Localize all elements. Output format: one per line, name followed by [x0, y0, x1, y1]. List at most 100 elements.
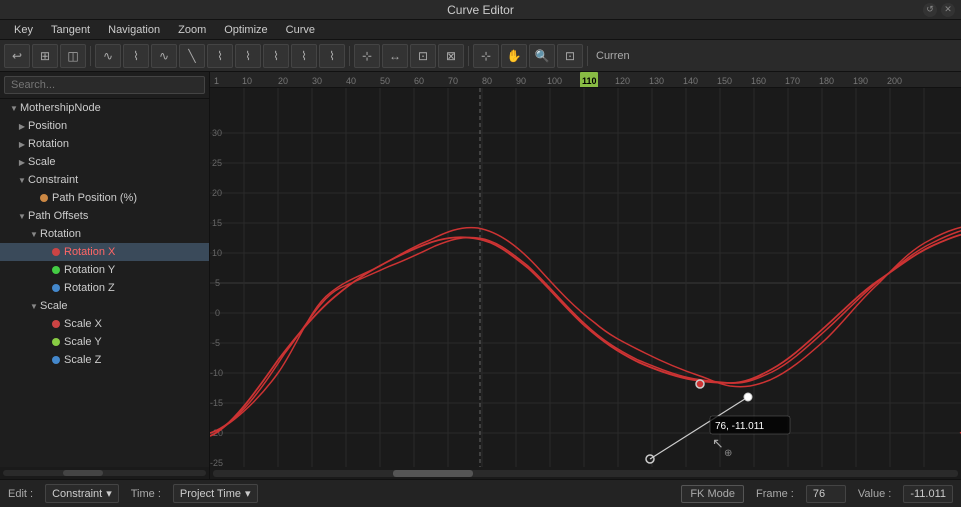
label-rotation-y: Rotation Y [64, 264, 115, 276]
left-scrollbar-thumb[interactable] [63, 470, 103, 476]
hand-btn[interactable]: ✋ [501, 44, 527, 68]
label-scale-x: Scale X [64, 318, 102, 330]
frame-label: Frame : [756, 488, 794, 500]
move-tool-btn[interactable]: ↩ [4, 44, 30, 68]
label-path-offsets: Path Offsets [28, 210, 88, 222]
frame-value[interactable]: 76 [806, 485, 846, 503]
menu-optimize[interactable]: Optimize [216, 22, 275, 38]
tree-item-rotation-z[interactable]: Rotation Z [0, 279, 209, 297]
line-btn[interactable]: ╲ [179, 44, 205, 68]
tree-item-rotation-x[interactable]: Rotation X [0, 243, 209, 261]
tangent-c-btn[interactable]: ⌇ [263, 44, 289, 68]
svg-text:10: 10 [242, 76, 252, 86]
edit-value: Constraint [52, 488, 102, 500]
time-value: Project Time [180, 488, 241, 500]
menu-tangent[interactable]: Tangent [43, 22, 98, 38]
edit-dropdown-arrow: ▾ [106, 487, 112, 500]
svg-text:40: 40 [346, 76, 356, 86]
refresh-button[interactable]: ↺ [923, 3, 937, 17]
menu-key[interactable]: Key [6, 22, 41, 38]
tree-item-rotation1[interactable]: ▶ Rotation [0, 135, 209, 153]
main-area: ▼ MothershipNode ▶ Position ▶ Rotation ▶… [0, 72, 961, 479]
frame-c-btn[interactable]: ⊡ [557, 44, 583, 68]
label-rotation-z: Rotation Z [64, 282, 115, 294]
arrow-rotation1: ▶ [16, 138, 28, 150]
tangent-d-btn[interactable]: ⌇ [291, 44, 317, 68]
time-dropdown[interactable]: Project Time ▾ [173, 484, 258, 503]
tree-item-rotation-y[interactable]: Rotation Y [0, 261, 209, 279]
menu-curve[interactable]: Curve [278, 22, 323, 38]
fit-btn[interactable]: ⊹ [473, 44, 499, 68]
selected-keyframe[interactable] [696, 380, 704, 388]
svg-text:10: 10 [212, 248, 222, 258]
h-scrollbar-thumb[interactable] [393, 470, 473, 477]
left-scrollbar-track [3, 470, 206, 476]
curve-c-btn[interactable]: ∿ [151, 44, 177, 68]
grid-btn[interactable]: ⊞ [32, 44, 58, 68]
graph-canvas[interactable]: 30 25 20 15 10 5 0 -5 -10 -15 -20 -25 -3… [210, 88, 961, 467]
layers-btn[interactable]: ◫ [60, 44, 86, 68]
h-scrollbar[interactable] [210, 467, 961, 479]
tree-item-mothership[interactable]: ▼ MothershipNode [0, 99, 209, 117]
tree-item-rotation2[interactable]: ▼ Rotation [0, 225, 209, 243]
tangent-a-btn[interactable]: ⌇ [207, 44, 233, 68]
tree-item-path-position[interactable]: Path Position (%) [0, 189, 209, 207]
arrow-mothership: ▼ [8, 102, 20, 114]
edit-label: Edit : [8, 488, 33, 500]
left-panel: ▼ MothershipNode ▶ Position ▶ Rotation ▶… [0, 72, 210, 479]
menu-navigation[interactable]: Navigation [100, 22, 168, 38]
arrow-rotation-x [40, 246, 52, 258]
svg-text:120: 120 [615, 76, 630, 86]
label-scale: Scale [28, 156, 56, 168]
tree-item-scale-y[interactable]: Scale Y [0, 333, 209, 351]
time-ruler: 1 10 20 30 40 50 60 70 80 90 100 110 120… [210, 72, 961, 88]
svg-text:30: 30 [312, 76, 322, 86]
svg-text:-15: -15 [210, 398, 223, 408]
arrows-btn[interactable]: ↔ [382, 44, 408, 68]
curve-b-btn[interactable]: ⌇ [123, 44, 149, 68]
tangent-handle-point[interactable] [744, 393, 752, 401]
svg-text:-10: -10 [210, 368, 223, 378]
curve-value[interactable]: -11.011 [903, 485, 953, 503]
translate-btn[interactable]: ⊹ [354, 44, 380, 68]
tree-item-scale-x[interactable]: Scale X [0, 315, 209, 333]
svg-text:110: 110 [582, 76, 597, 86]
current-label: Curren [592, 50, 634, 62]
svg-text:30: 30 [212, 128, 222, 138]
svg-text:170: 170 [785, 76, 800, 86]
tangent-b-btn[interactable]: ⌇ [235, 44, 261, 68]
svg-text:80: 80 [482, 76, 492, 86]
cursor-icon: ↖ [712, 435, 724, 451]
toolbar: ↩ ⊞ ◫ ∿ ⌇ ∿ ╲ ⌇ ⌇ ⌇ ⌇ ⌇ ⊹ ↔ ⊡ ⊠ ⊹ ✋ 🔍 ⊡ … [0, 40, 961, 72]
svg-text:50: 50 [380, 76, 390, 86]
close-button[interactable]: ✕ [941, 3, 955, 17]
label-scale-y: Scale Y [64, 336, 102, 348]
label-rotation2: Rotation [40, 228, 81, 240]
svg-text:20: 20 [212, 188, 222, 198]
tree-item-path-offsets[interactable]: ▼ Path Offsets [0, 207, 209, 225]
svg-text:5: 5 [215, 278, 220, 288]
search-box [0, 72, 209, 99]
left-scrollbar[interactable] [0, 467, 209, 479]
curve-a-btn[interactable]: ∿ [95, 44, 121, 68]
menu-zoom[interactable]: Zoom [170, 22, 214, 38]
sep3 [468, 46, 469, 66]
tree-item-constraint[interactable]: ▼ Constraint [0, 171, 209, 189]
search-input[interactable] [4, 76, 205, 94]
frame-b-btn[interactable]: ⊠ [438, 44, 464, 68]
svg-text:100: 100 [547, 76, 562, 86]
canvas-area[interactable]: 1 10 20 30 40 50 60 70 80 90 100 110 120… [210, 72, 961, 479]
edit-dropdown[interactable]: Constraint ▾ [45, 484, 119, 503]
tangent-e-btn[interactable]: ⌇ [319, 44, 345, 68]
label-rotation1: Rotation [28, 138, 69, 150]
zoom-btn[interactable]: 🔍 [529, 44, 555, 68]
tooltip-text: 76, -11.011 [715, 421, 765, 432]
svg-text:20: 20 [278, 76, 288, 86]
arrow-rotation-y [40, 264, 52, 276]
tree-item-scale-z[interactable]: Scale Z [0, 351, 209, 369]
tree-item-position[interactable]: ▶ Position [0, 117, 209, 135]
tree-item-scale2[interactable]: ▼ Scale [0, 297, 209, 315]
tree-item-scale[interactable]: ▶ Scale [0, 153, 209, 171]
frame-a-btn[interactable]: ⊡ [410, 44, 436, 68]
svg-text:0: 0 [215, 308, 220, 318]
